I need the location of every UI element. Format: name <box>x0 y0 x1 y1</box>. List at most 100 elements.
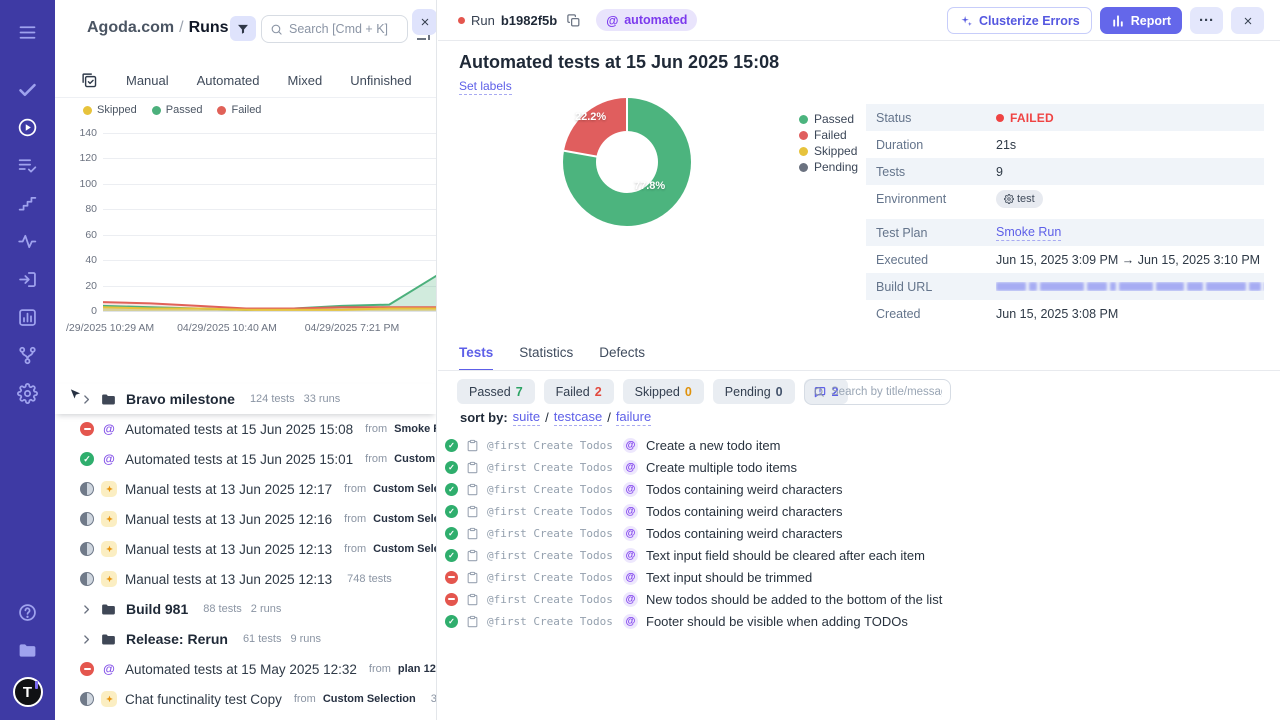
close-run-button[interactable] <box>1231 7 1264 34</box>
folder-row[interactable]: Build 981 88 tests 2 runs <box>55 594 436 624</box>
test-row[interactable]: ✓ @first Create Todos... @ Footer should be… <box>445 610 1265 632</box>
tests-search-input[interactable] <box>831 386 942 398</box>
tests-list: ✓ @first Create Todos... @ Create a new tod… <box>445 434 1265 632</box>
sidebar-pulse-icon[interactable] <box>9 222 47 260</box>
run-row[interactable]: ✓ @ Automated tests at 15 Jun 2025 15:01 fr… <box>55 444 436 474</box>
run-row[interactable]: @ Automated tests at 15 Jun 2025 15:08 fro… <box>55 414 436 444</box>
sidebar-branch-icon[interactable] <box>9 336 47 374</box>
breadcrumb-project[interactable]: Agoda.com <box>87 19 174 36</box>
run-row[interactable]: Chat functinality test Copy from Custom Se… <box>55 684 436 714</box>
filter-failed[interactable]: Failed 2 <box>543 379 614 404</box>
run-title: Automated tests at 15 Jun 2025 15:08 <box>125 421 354 437</box>
folder-tests-count: 124 tests <box>249 393 295 405</box>
run-title: Chat functinality test Copy <box>125 691 282 707</box>
test-row[interactable]: @first Create Todos... @ New todos should … <box>445 588 1265 610</box>
analytics-icon <box>17 307 38 328</box>
test-row[interactable]: ✓ @first Create Todos... @ Text input field… <box>445 544 1265 566</box>
runs-panel-header: Agoda.com / Runs <box>55 0 436 56</box>
chevron-right-icon <box>80 603 93 616</box>
test-row[interactable]: @first Create Todos... @ Text input should… <box>445 566 1265 588</box>
test-suite-path: @first Create Todos... <box>487 614 615 628</box>
clipboard-icon <box>466 483 479 496</box>
clipboard-icon <box>466 549 479 562</box>
clipboard-icon <box>466 505 479 518</box>
clusterize-errors-button[interactable]: Clusterize Errors <box>946 7 1092 34</box>
sidebar-steps-icon[interactable] <box>9 184 47 222</box>
gear-icon <box>1004 193 1014 204</box>
sidebar-tests-check-icon[interactable] <box>9 70 47 108</box>
tab-statistics[interactable]: Statistics <box>519 345 573 371</box>
test-row[interactable]: ✓ @first Create Todos... @ Create a new tod… <box>445 434 1265 456</box>
test-row[interactable]: ✓ @first Create Todos... @ Todos containing… <box>445 500 1265 522</box>
run-row[interactable]: Manual tests at 13 Jun 2025 12:17 from Cus… <box>55 474 436 504</box>
detail-row-test-plan: Test Plan Smoke Run <box>866 219 1264 246</box>
select-all-icon[interactable] <box>81 72 98 89</box>
runs-type-tab-manual[interactable]: Manual <box>126 73 169 88</box>
burst-icon <box>104 544 115 555</box>
automated-at-icon: @ <box>606 13 619 28</box>
panel-close-button[interactable] <box>412 9 436 35</box>
run-title: Automated tests at 15 Jun 2025 15:08 <box>459 52 780 72</box>
run-row[interactable]: @ Automated tests at 15 May 2025 12:32 fro… <box>55 654 436 684</box>
test-title: Create a new todo item <box>646 437 781 453</box>
runs-panel: Agoda.com /Runs Manual Automated Mixed Unfin… <box>55 0 437 720</box>
run-row[interactable]: Manual tests at 13 Jun 2025 12:13 from Cus… <box>55 534 436 564</box>
test-suite-path: @first Create Todos... <box>487 504 615 518</box>
runs-type-tab-automated[interactable]: Automated <box>197 73 260 88</box>
test-row[interactable]: ✓ @first Create Todos... @ Todos containing… <box>445 522 1265 544</box>
environment-name: test <box>1017 192 1035 205</box>
sort-option-suite[interactable]: suite <box>512 409 541 426</box>
filter-pending[interactable]: Pending 0 <box>712 379 795 404</box>
automated-at-icon: @ <box>623 547 638 563</box>
sidebar-analytics-icon[interactable] <box>9 298 47 336</box>
sidebar-suites-list-icon[interactable] <box>9 146 47 184</box>
run-row[interactable]: Manual tests at 13 Jun 2025 12:13 748 tes… <box>55 564 436 594</box>
sidebar-menu-icon[interactable] <box>9 13 47 51</box>
run-status-failed-icon <box>80 662 94 676</box>
sort-option-failure[interactable]: failure <box>615 409 652 426</box>
sidebar-help-icon[interactable] <box>9 593 47 631</box>
test-suite-path: @first Create Todos... <box>487 526 615 540</box>
manual-run-icon <box>101 541 117 557</box>
sidebar-import-icon[interactable] <box>9 260 47 298</box>
folder-row[interactable]: Bravo milestone 124 tests 33 runs <box>55 384 436 414</box>
x-axis-label: 04/29/2025 7:21 PM <box>304 322 400 334</box>
test-row[interactable]: ✓ @first Create Todos... @ Create multiple … <box>445 456 1265 478</box>
folder-row[interactable]: Release: Rerun 61 tests 9 runs <box>55 624 436 654</box>
burst-icon <box>104 694 115 705</box>
sidebar-settings-gear-icon[interactable] <box>9 374 47 412</box>
donut-failed-label: 22.2% <box>575 111 607 123</box>
test-suite-path: @first Create Todos... <box>487 570 615 584</box>
tab-defects[interactable]: Defects <box>599 345 645 371</box>
breadcrumb: Agoda.com / Runs <box>87 19 229 37</box>
filter-passed[interactable]: Passed 7 <box>457 379 535 404</box>
testomat-logo[interactable]: T <box>12 677 43 707</box>
result-filters: Passed 7 Failed 2 Skipped 0 Pending 0 2 <box>457 379 848 404</box>
run-detail-panel: Run b1982f5b @ automated Clusterize Error… <box>438 0 1280 720</box>
breadcrumb-separator: / <box>179 19 184 36</box>
test-row[interactable]: ✓ @first Create Todos... @ Todos containing… <box>445 478 1265 500</box>
run-type-badge[interactable]: @ automated <box>596 9 698 31</box>
copy-icon[interactable] <box>566 13 581 28</box>
set-labels-link[interactable]: Set labels <box>459 79 512 95</box>
legend-label: Passed <box>814 112 855 126</box>
sidebar-runs-play-icon[interactable] <box>9 108 47 146</box>
detail-row-executed: Executed Jun 15, 2025 3:09 PM → Jun 15, 2… <box>866 246 1264 273</box>
sidebar-projects-folder-icon[interactable] <box>9 631 47 669</box>
more-actions-button[interactable]: ··· <box>1190 7 1223 34</box>
sort-option-testcase[interactable]: testcase <box>553 409 603 426</box>
runs-filter-button[interactable] <box>230 16 256 41</box>
report-button[interactable]: Report <box>1099 7 1182 34</box>
detail-value: Jun 15, 2025 3:09 PM → Jun 15, 2025 3:10… <box>996 252 1261 267</box>
filter-skipped[interactable]: Skipped 0 <box>622 379 704 404</box>
close-icon <box>419 16 431 28</box>
settings-gear-icon <box>17 382 38 404</box>
test-plan-link[interactable]: Smoke Run <box>996 225 1062 241</box>
runs-type-tab-mixed[interactable]: Mixed <box>288 73 323 88</box>
runs-type-tab-unfinished[interactable]: Unfinished <box>350 73 411 88</box>
run-row[interactable]: Manual tests at 13 Jun 2025 12:16 from Cus… <box>55 504 436 534</box>
runs-search-input[interactable] <box>289 22 399 36</box>
automated-at-icon: @ <box>623 591 638 607</box>
run-topbar: Run b1982f5b @ automated Clusterize Error… <box>438 0 1280 41</box>
tab-tests[interactable]: Tests <box>459 345 494 371</box>
